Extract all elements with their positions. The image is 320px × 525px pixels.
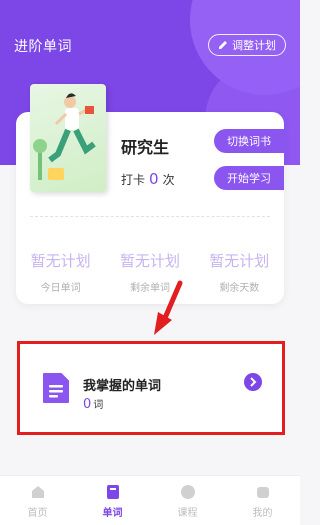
adjust-plan-label: 调整计划 bbox=[232, 39, 276, 52]
course-icon bbox=[180, 484, 195, 499]
book-name: 研究生 bbox=[121, 138, 170, 157]
checkin-info: 打卡 0 次 bbox=[121, 170, 175, 188]
book-icon bbox=[106, 484, 119, 499]
mastered-count-unit: 词 bbox=[93, 400, 104, 411]
home-icon bbox=[31, 485, 44, 498]
stat-today-words: 暂无计划 今日单词 bbox=[21, 250, 101, 294]
mastered-words-card[interactable]: 我掌握的单词 0 词 bbox=[17, 341, 285, 435]
stat-remaining-words: 暂无计划 剩余单词 bbox=[110, 250, 190, 294]
nav-label: 课程 bbox=[177, 507, 198, 519]
stat-remaining-days: 暂无计划 剩余天数 bbox=[199, 250, 279, 294]
stat-value: 暂无计划 bbox=[30, 252, 91, 270]
stat-label: 剩余单词 bbox=[129, 283, 170, 294]
bottom-navigation: 首页 单词 课程 我的 bbox=[0, 475, 300, 525]
checkin-label: 打卡 bbox=[121, 173, 146, 187]
checkin-unit: 次 bbox=[162, 173, 175, 187]
runner-illustration bbox=[33, 93, 96, 180]
nav-label: 首页 bbox=[27, 507, 48, 519]
plan-stats: 暂无计划 今日单词 暂无计划 剩余单词 暂无计划 剩余天数 bbox=[16, 250, 284, 294]
stat-value: 暂无计划 bbox=[209, 252, 270, 270]
nav-words[interactable]: 单词 bbox=[83, 483, 143, 519]
nav-courses[interactable]: 课程 bbox=[158, 483, 218, 519]
chevron-right-icon[interactable] bbox=[244, 373, 262, 391]
mastered-words-count: 0 词 bbox=[83, 396, 103, 412]
nav-label: 我的 bbox=[252, 507, 273, 519]
divider bbox=[30, 216, 270, 217]
pencil-icon bbox=[219, 41, 227, 49]
start-learning-button[interactable]: 开始学习 bbox=[214, 166, 284, 190]
mastered-words-title: 我掌握的单词 bbox=[83, 379, 162, 394]
stat-value: 暂无计划 bbox=[119, 252, 180, 270]
adjust-plan-button[interactable]: 调整计划 bbox=[208, 34, 286, 56]
nav-home[interactable]: 首页 bbox=[8, 483, 68, 519]
nav-profile[interactable]: 我的 bbox=[233, 483, 293, 519]
mastered-count-value: 0 bbox=[83, 397, 92, 412]
switch-book-button[interactable]: 切换词书 bbox=[214, 129, 284, 153]
stat-label: 今日单词 bbox=[40, 283, 81, 294]
word-book-card: 研究生 打卡 0 次 切换词书 开始学习 暂无计划 今日单词 暂无计划 剩余单词… bbox=[16, 84, 284, 304]
book-cover-image[interactable] bbox=[30, 84, 106, 192]
stat-label: 剩余天数 bbox=[219, 283, 260, 294]
nav-label: 单词 bbox=[102, 507, 123, 519]
page-title: 进阶单词 bbox=[14, 39, 72, 55]
profile-icon bbox=[256, 486, 269, 498]
checkin-count: 0 bbox=[149, 170, 159, 188]
document-icon bbox=[43, 373, 69, 403]
